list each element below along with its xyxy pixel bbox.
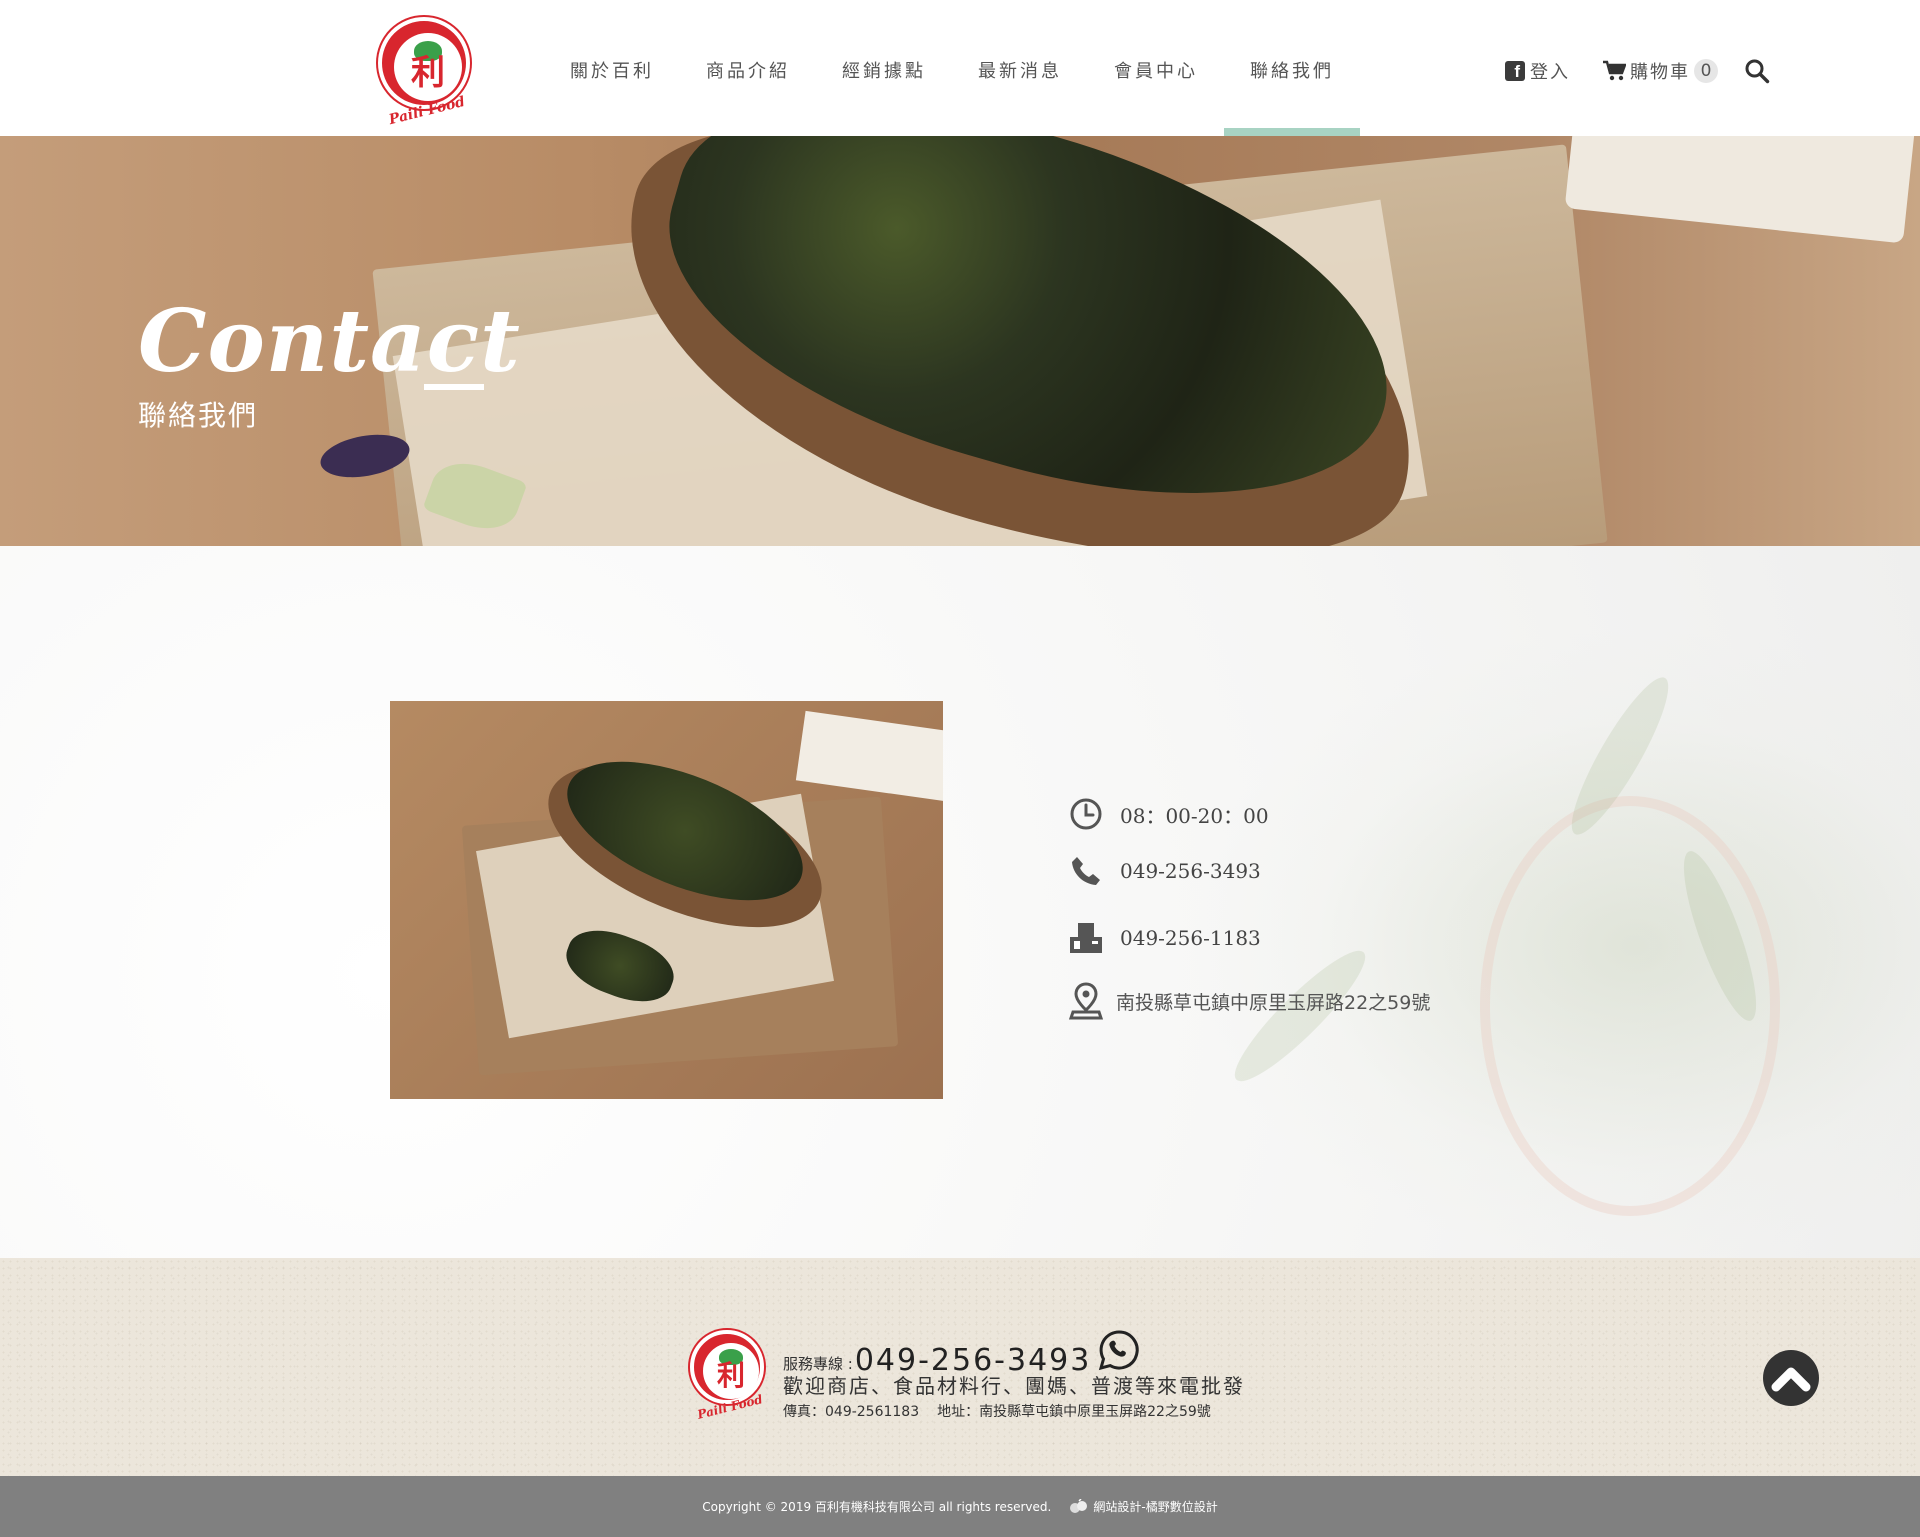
product-photo xyxy=(390,701,943,1099)
cart-icon xyxy=(1603,60,1626,81)
location-pin-icon xyxy=(1066,981,1106,1021)
chevron-up-icon xyxy=(1771,1367,1811,1392)
phone-text[interactable]: 049-256-3493 xyxy=(1120,859,1261,883)
phone-row: 049-256-3493 xyxy=(1066,851,1261,891)
site-footer: 利 Paili Food 服務專線 : 049-256-3493 歡迎商店、食品… xyxy=(0,1258,1920,1476)
copyright-bar: Copyright © 2019 百利有機科技有限公司 all rights r… xyxy=(0,1476,1920,1537)
nav-item-products[interactable]: 商品介紹 xyxy=(680,0,816,136)
hours-row: 08：00-20：00 xyxy=(1066,794,1269,834)
copyright-text: Copyright © 2019 百利有機科技有限公司 all rights r… xyxy=(702,1500,1052,1514)
nav-item-about[interactable]: 關於百利 xyxy=(544,0,680,136)
address-row: 南投縣草屯鎮中原里玉屏路22之59號 xyxy=(1066,981,1430,1021)
nav-item-dealers[interactable]: 經銷據點 xyxy=(816,0,952,136)
contact-section: 08：00-20：00 049-256-3493 049-256-1183 南投… xyxy=(0,546,1920,1258)
fax-text: 049-256-1183 xyxy=(1120,926,1261,950)
cart-label: 購物車 xyxy=(1630,62,1690,83)
page-banner: Contact 聯絡我們 xyxy=(0,136,1920,546)
banner-subtitle: 聯絡我們 xyxy=(138,399,259,432)
back-to-top-button[interactable] xyxy=(1763,1350,1819,1406)
phone-icon xyxy=(1066,851,1106,891)
nav-item-contact[interactable]: 聯絡我們 xyxy=(1224,0,1360,136)
fax-icon xyxy=(1066,918,1106,958)
fax-row: 049-256-1183 xyxy=(1066,918,1261,958)
clock-icon xyxy=(1066,794,1106,834)
site-header: 利 Paili Food 關於百利 商品介紹 經銷據點 最新消息 會員中心 聯絡… xyxy=(0,0,1920,136)
footer-welcome: 歡迎商店、食品材料行、團媽、普渡等來電批發 xyxy=(783,1374,1245,1398)
whatsapp-icon[interactable] xyxy=(1097,1328,1141,1372)
designer-logo-icon xyxy=(1070,1498,1088,1513)
search-icon[interactable] xyxy=(1744,58,1770,84)
facebook-icon: f xyxy=(1505,61,1525,81)
banner-title: Contact xyxy=(138,291,521,392)
main-nav: 關於百利 商品介紹 經銷據點 最新消息 會員中心 聯絡我們 xyxy=(544,0,1360,136)
banner-title-underline xyxy=(424,384,484,390)
footer-fax: 傳真：049-2561183 xyxy=(783,1404,920,1420)
nav-item-news[interactable]: 最新消息 xyxy=(952,0,1088,136)
footer-address: 地址：南投縣草屯鎮中原里玉屏路22之59號 xyxy=(937,1404,1211,1420)
footer-logo[interactable]: 利 Paili Food xyxy=(688,1330,768,1422)
login-label: 登入 xyxy=(1530,62,1570,83)
cart-count-badge: 0 xyxy=(1694,59,1718,83)
hours-text: 08：00-20：00 xyxy=(1120,803,1269,828)
site-logo[interactable]: 利 Paili Food xyxy=(376,17,472,128)
login-link[interactable]: f 登入 xyxy=(1505,56,1570,86)
cart-link[interactable]: 購物車 0 xyxy=(1602,56,1718,86)
footer-fax-address: 傳真：049-2561183 地址：南投縣草屯鎮中原里玉屏路22之59號 xyxy=(783,1401,1211,1421)
nav-item-members[interactable]: 會員中心 xyxy=(1088,0,1224,136)
designer-credit-link[interactable]: 網站設計-橘野數位設計 xyxy=(1069,1498,1218,1515)
designer-credit-text: 網站設計-橘野數位設計 xyxy=(1093,1500,1218,1514)
address-text: 南投縣草屯鎮中原里玉屏路22之59號 xyxy=(1116,991,1431,1014)
